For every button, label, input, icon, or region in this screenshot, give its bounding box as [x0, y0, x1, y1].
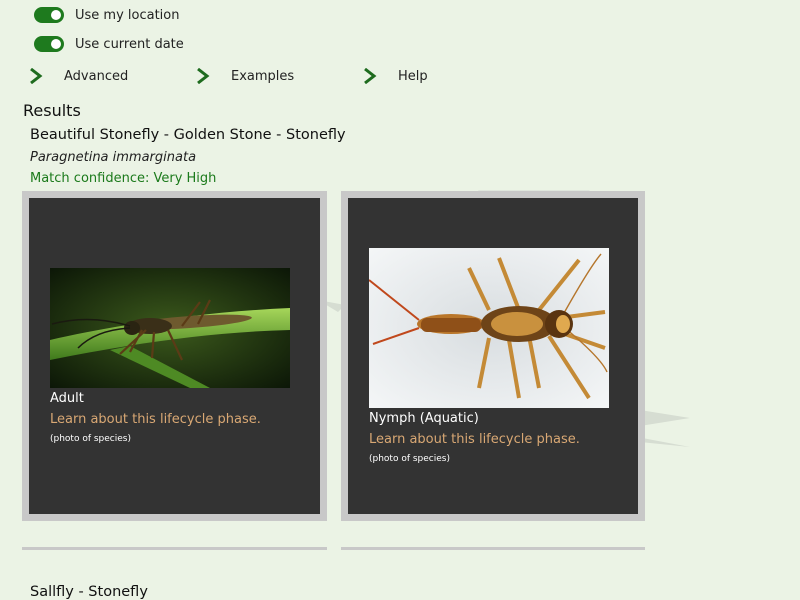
chevron-right-icon: [30, 68, 43, 84]
nymph-learn-more-link[interactable]: Learn about this lifecycle phase.: [369, 432, 580, 447]
help-label: Help: [398, 68, 428, 84]
use-location-setting: Use my location: [34, 6, 180, 24]
adult-photo-credit: (photo of species): [50, 434, 131, 444]
advanced-label: Advanced: [64, 68, 129, 84]
nymph-photo-credit: (photo of species): [369, 454, 450, 464]
next-result-common-name: Sallfly - Stonefly: [30, 584, 148, 600]
adult-photo: [50, 268, 290, 388]
adult-learn-more-link[interactable]: Learn about this lifecycle phase.: [50, 412, 261, 427]
examples-expander[interactable]: Examples: [196, 66, 294, 86]
use-location-label: Use my location: [75, 7, 180, 23]
examples-label: Examples: [231, 68, 295, 84]
card-divider: [22, 547, 327, 550]
card-divider: [341, 547, 645, 550]
use-date-toggle[interactable]: [34, 36, 64, 52]
nymph-photo: [369, 248, 609, 408]
results-title: Results: [23, 101, 81, 120]
result-common-name: Beautiful Stonefly - Golden Stone - Ston…: [30, 127, 346, 143]
result-confidence: Match confidence: Very High: [30, 171, 217, 186]
use-date-setting: Use current date: [34, 35, 184, 53]
help-expander[interactable]: Help: [363, 66, 428, 86]
use-date-label: Use current date: [75, 36, 184, 52]
use-location-toggle[interactable]: [34, 7, 64, 23]
chevron-right-icon: [197, 68, 210, 84]
adult-phase-label: Adult: [50, 391, 84, 406]
lifecycle-card-nymph[interactable]: Nymph (Aquatic) Learn about this lifecyc…: [341, 191, 645, 521]
lifecycle-card-adult[interactable]: Adult Learn about this lifecycle phase. …: [22, 191, 327, 521]
advanced-expander[interactable]: Advanced: [29, 66, 128, 86]
chevron-right-icon: [364, 68, 377, 84]
nymph-phase-label: Nymph (Aquatic): [369, 411, 479, 426]
result-scientific-name: Paragnetina immarginata: [30, 150, 197, 165]
